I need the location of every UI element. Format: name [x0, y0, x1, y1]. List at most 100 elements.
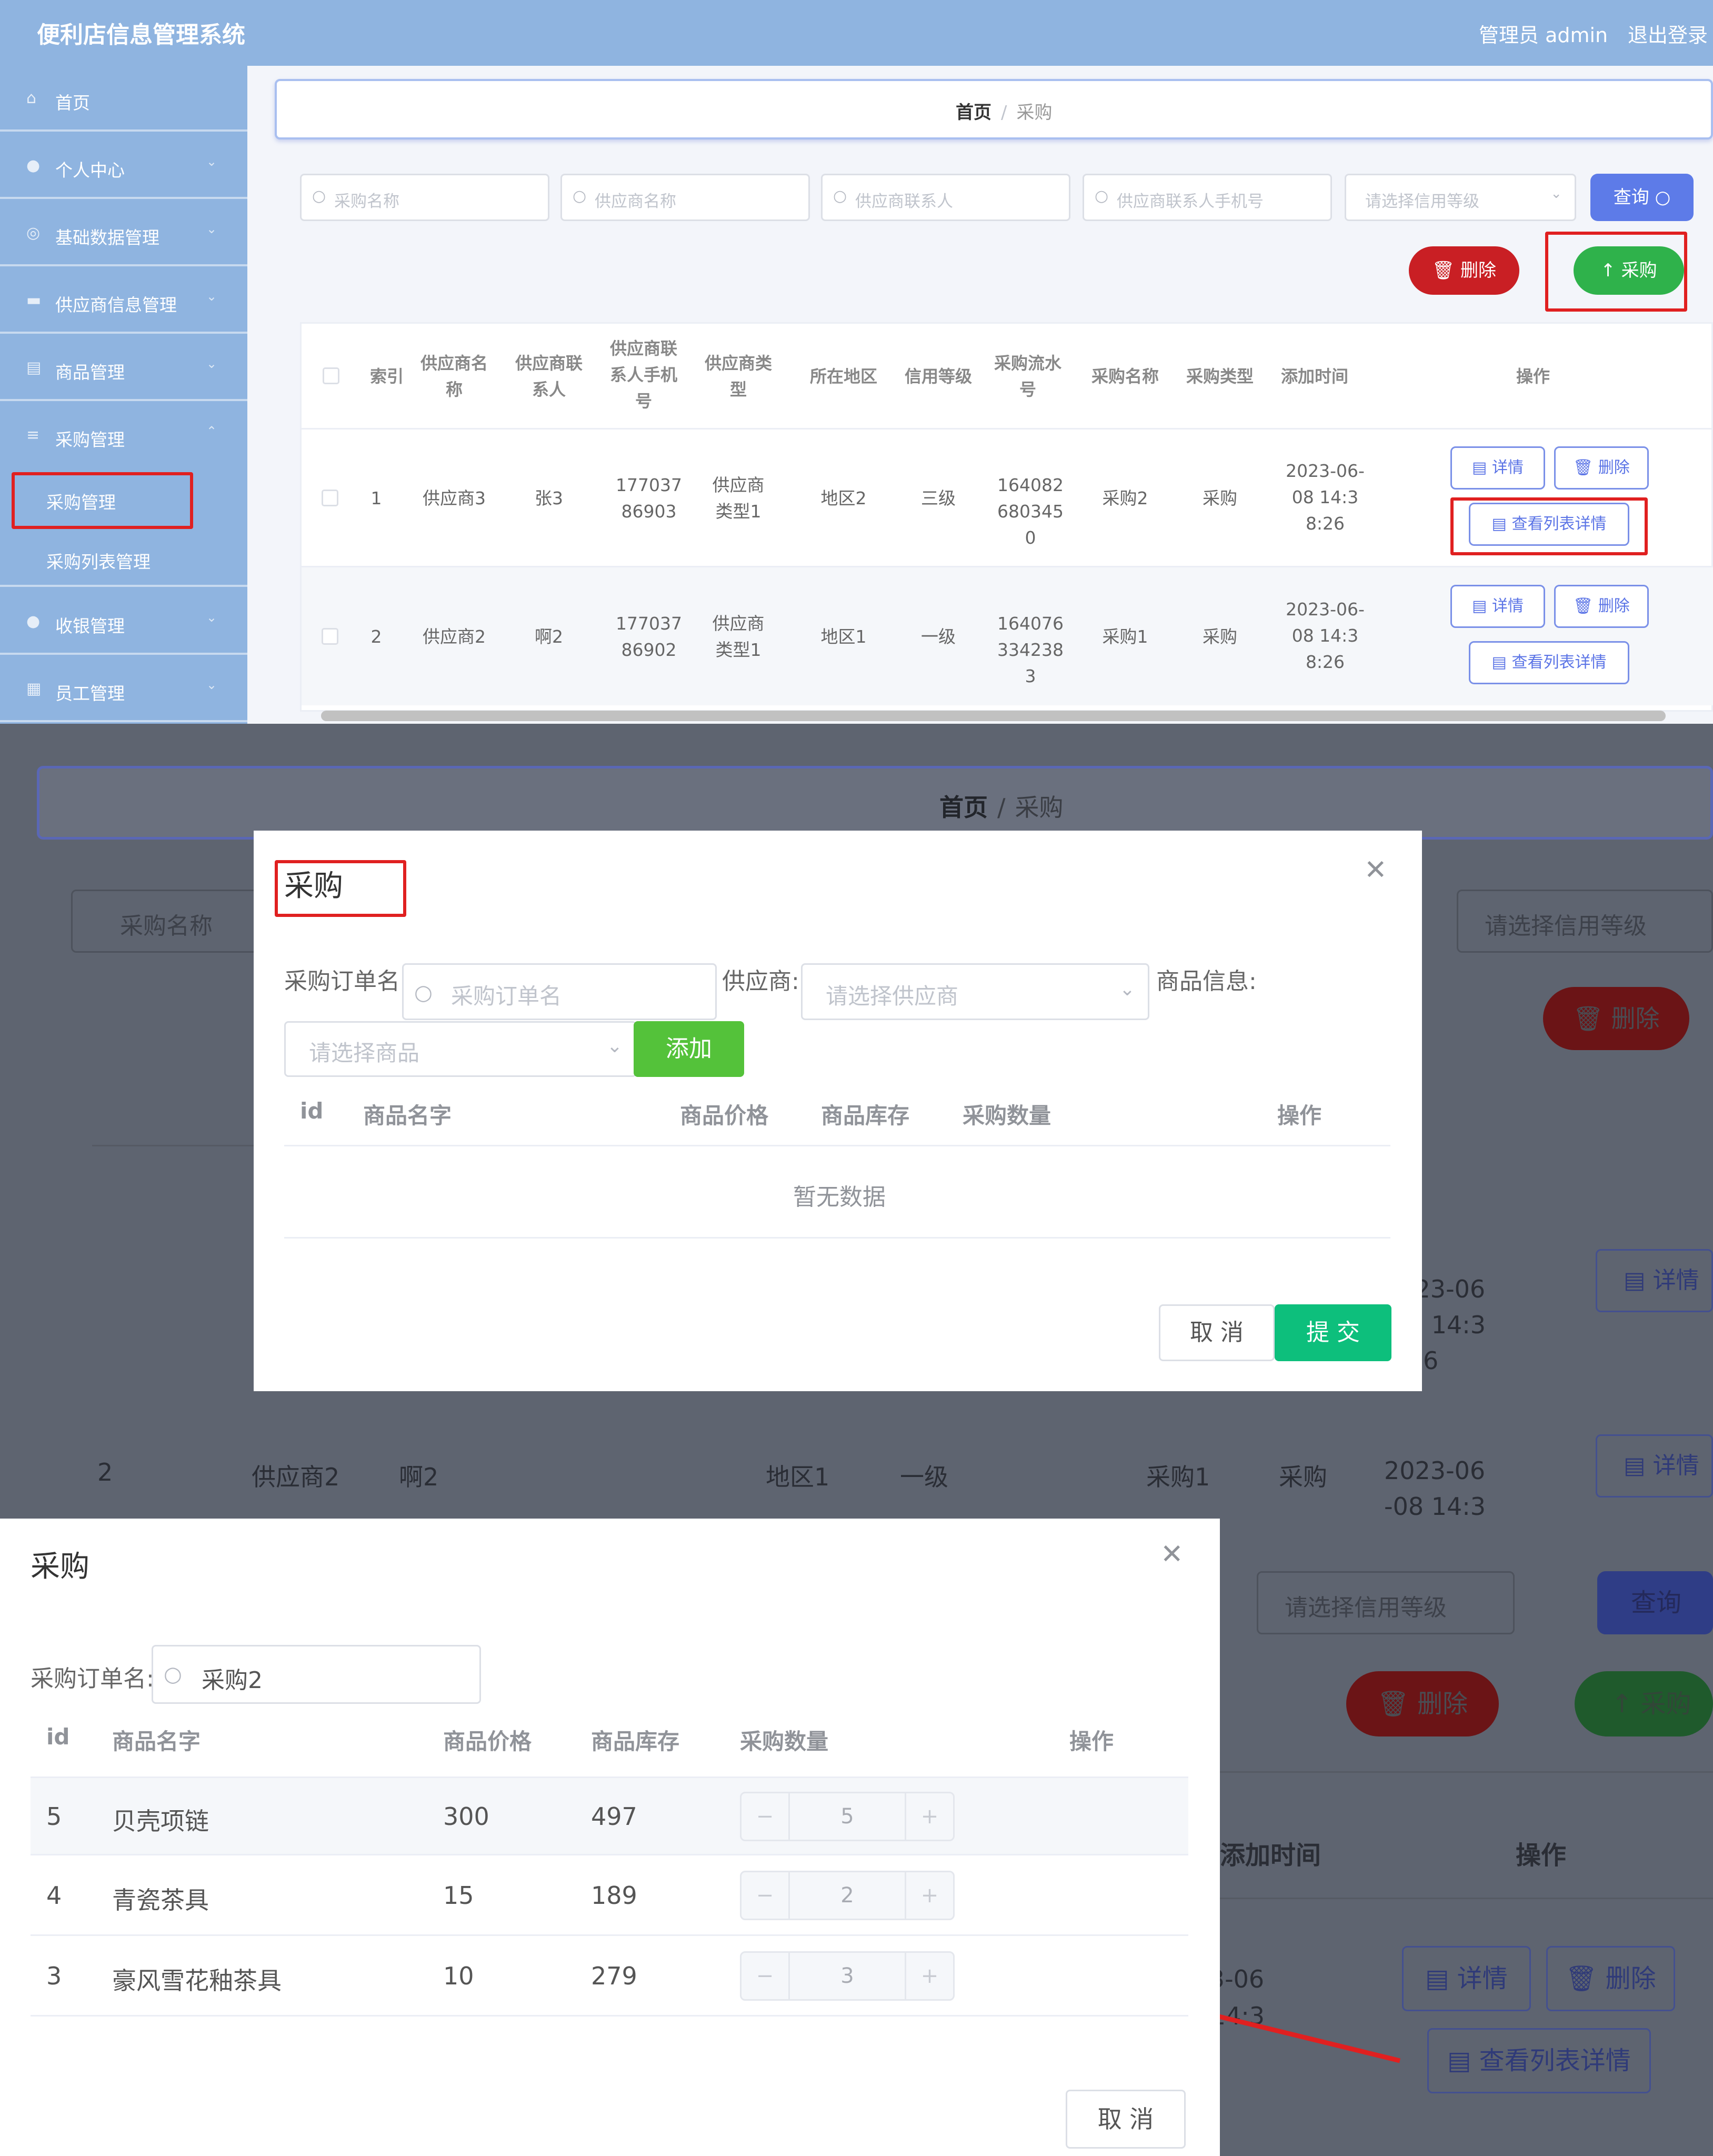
goods-select[interactable]: 请选择商品 ⌄: [284, 1021, 637, 1077]
row-checkbox[interactable]: [322, 490, 338, 506]
add-goods-button[interactable]: 添加: [634, 1021, 744, 1077]
horizontal-scrollbar[interactable]: [321, 711, 1666, 721]
cell-ptype: 采购: [1203, 626, 1237, 647]
document-icon: ▤: [1624, 1452, 1646, 1479]
chevron-down-icon: ⌄: [606, 1035, 623, 1057]
purchase-button-dimmed: ↑ 采购: [1575, 1671, 1713, 1736]
column-header: 商品库存: [591, 1729, 680, 1754]
column-header: 操作: [1277, 1103, 1322, 1129]
delete-button[interactable]: 🗑 删除: [1409, 246, 1519, 295]
goods-label: 商品信息:: [1156, 968, 1257, 995]
divider-dimmed: [1220, 1771, 1713, 1773]
sidebar-item-label: 个人中心: [55, 160, 125, 181]
stepper-value: 3: [840, 1964, 854, 1988]
minus-icon[interactable]: −: [742, 1953, 790, 1999]
placeholder: 供应商联系人手机号: [1117, 192, 1264, 211]
minus-icon[interactable]: −: [742, 1793, 790, 1840]
submit-button[interactable]: 提 交: [1275, 1304, 1391, 1361]
purchase-name-input[interactable]: ○ 采购名称: [300, 174, 549, 221]
sidebar-item-basic[interactable]: ◎ 基础数据管理 ⌄: [0, 201, 247, 266]
select-all-checkbox[interactable]: [323, 367, 339, 384]
detail-button[interactable]: ▤ 详情: [1450, 585, 1545, 628]
logout-link[interactable]: 退出登录: [1628, 19, 1708, 48]
breadcrumb-current: 采购: [1016, 102, 1053, 123]
column-header: 采购流水号: [994, 353, 1061, 400]
row-delete-button[interactable]: 🗑 删除: [1554, 585, 1649, 628]
search-icon: ○: [414, 981, 433, 1005]
cell-time: 2023-06-08 14:38:26: [1286, 599, 1365, 672]
minus-icon[interactable]: −: [742, 1872, 790, 1919]
cell-serial: 1640763342383: [997, 613, 1064, 686]
view-list-detail-button-dimmed: ▤ 查看列表详情: [1427, 2028, 1651, 2093]
breadcrumb: 首页 / 采购: [939, 788, 1064, 823]
trash-icon: 🗑: [1432, 260, 1455, 281]
home-icon: ⌂: [26, 89, 37, 107]
list-detail-label: 查看列表详情: [1479, 2046, 1631, 2075]
chevron-down-icon: ⌄: [1550, 186, 1562, 202]
cell-name: 豪风雪花釉茶具: [112, 1967, 282, 1995]
stepper-value: 5: [840, 1804, 854, 1829]
column-header: 操作: [1516, 366, 1550, 386]
order-name-input[interactable]: ○ 采购订单名: [402, 963, 717, 1020]
sidebar-item-receipt[interactable]: ● 收银管理 ⌄: [0, 589, 247, 655]
supplier-select[interactable]: 请选择供应商 ⌄: [801, 963, 1149, 1020]
user-icon: ●: [26, 156, 41, 175]
sidebar-item-label: 商品管理: [55, 362, 125, 383]
view-list-detail-button[interactable]: ▤ 查看列表详情: [1469, 641, 1629, 684]
cancel-button[interactable]: 取 消: [1066, 2090, 1186, 2149]
column-header: 所在地区: [809, 366, 877, 386]
cell-name-dimmed: 采购1: [1146, 1463, 1210, 1491]
chevron-down-icon: ⌄: [206, 677, 217, 692]
supplier-phone-input[interactable]: ○ 供应商联系人手机号: [1083, 174, 1332, 221]
search-icon: ○: [1095, 187, 1109, 205]
credit-level-select[interactable]: 请选择信用等级 ⌄: [1345, 174, 1576, 221]
goods-icon: ▤: [26, 358, 42, 377]
close-icon[interactable]: ✕: [1160, 1539, 1184, 1570]
sidebar-item-goods[interactable]: ▤ 商品管理 ⌄: [0, 335, 247, 401]
breadcrumb-home[interactable]: 首页: [956, 102, 991, 123]
supplier-name-input[interactable]: ○ 供应商名称: [560, 174, 810, 221]
column-header: 采购数量: [740, 1729, 829, 1754]
close-icon[interactable]: ✕: [1364, 854, 1387, 886]
sidebar-item-label: 收银管理: [55, 616, 125, 636]
cell-time-dimmed: 2023-06-08 14:38:26: [1384, 1456, 1486, 1519]
sidebar-item-home[interactable]: ⌂ 首页: [0, 66, 247, 132]
order-name-input[interactable]: ○ 采购2: [152, 1645, 481, 1704]
cell-index: 1: [370, 488, 382, 508]
query-button[interactable]: 查询 ○: [1590, 174, 1694, 221]
stepper-value: 2: [840, 1883, 854, 1908]
column-header: 商品价格: [680, 1103, 769, 1129]
plus-icon[interactable]: +: [905, 1872, 953, 1919]
cell-id: 4: [46, 1881, 62, 1910]
column-header: 商品价格: [443, 1729, 532, 1754]
delete-button-dimmed: 🗑 删除: [1543, 987, 1689, 1050]
gear-icon: ◎: [26, 224, 41, 242]
cell-supplier: 供应商3: [423, 488, 486, 508]
plus-icon[interactable]: +: [905, 1953, 953, 1999]
detail-button[interactable]: ▤ 详情: [1450, 446, 1545, 490]
divider: [284, 1237, 1390, 1239]
row-delete-button[interactable]: 🗑 删除: [1554, 446, 1649, 490]
placeholder: 请选择商品: [309, 1040, 420, 1066]
detail-label: 详情: [1652, 1452, 1699, 1479]
supplier-contact-input[interactable]: ○ 供应商联系人: [821, 174, 1070, 221]
sidebar-item-label: 供应商信息管理: [55, 295, 177, 315]
placeholder: 供应商联系人: [855, 192, 953, 211]
cell-name: 贝壳项链: [112, 1807, 209, 1835]
placeholder: 请选择供应商: [826, 983, 959, 1009]
query-label: 查询: [1613, 187, 1649, 208]
sidebar-item-supplier[interactable]: ▬ 供应商信息管理 ⌄: [0, 268, 247, 334]
sidebar-item-personal[interactable]: ● 个人中心 ⌄: [0, 133, 247, 199]
quantity-stepper[interactable]: − 5 +: [740, 1792, 955, 1841]
chevron-down-icon: ⌄: [206, 356, 217, 371]
cancel-button[interactable]: 取 消: [1159, 1304, 1275, 1361]
plus-icon[interactable]: +: [905, 1793, 953, 1840]
quantity-stepper[interactable]: − 2 +: [740, 1871, 955, 1920]
sidebar-item-purchase[interactable]: ≡ 采购管理 ⌃: [0, 403, 247, 470]
document-icon: ▤: [1491, 653, 1507, 672]
sidebar-item-staff[interactable]: ▦ 员工管理 ⌄: [0, 656, 247, 722]
breadcrumb-home: 首页: [939, 793, 988, 822]
row-checkbox[interactable]: [322, 628, 338, 645]
sidebar-subitem-list[interactable]: 采购列表管理: [0, 529, 247, 587]
quantity-stepper[interactable]: − 3 +: [740, 1951, 955, 2001]
